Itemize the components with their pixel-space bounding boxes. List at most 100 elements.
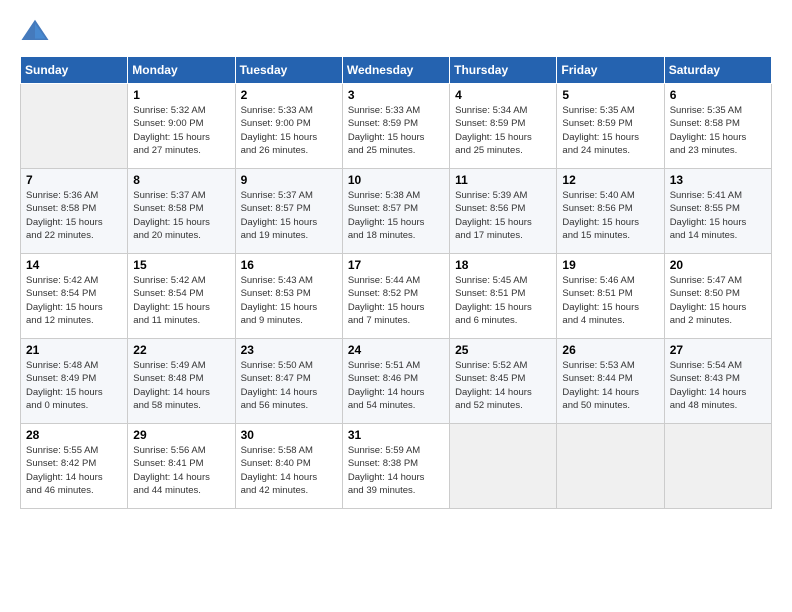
- calendar-cell: 26Sunrise: 5:53 AM Sunset: 8:44 PM Dayli…: [557, 339, 664, 424]
- calendar-cell: 7Sunrise: 5:36 AM Sunset: 8:58 PM Daylig…: [21, 169, 128, 254]
- day-number: 20: [670, 258, 766, 272]
- day-number: 28: [26, 428, 122, 442]
- day-number: 2: [241, 88, 337, 102]
- day-number: 1: [133, 88, 229, 102]
- day-number: 10: [348, 173, 444, 187]
- day-info: Sunrise: 5:50 AM Sunset: 8:47 PM Dayligh…: [241, 359, 337, 412]
- day-info: Sunrise: 5:39 AM Sunset: 8:56 PM Dayligh…: [455, 189, 551, 242]
- calendar-cell: 17 Sunrise: 5:44 AM Sunset: 8:52 PM Dayli…: [342, 254, 449, 339]
- day-info: Sunrise: 5:52 AM Sunset: 8:45 PM Dayligh…: [455, 359, 551, 412]
- calendar-cell: 31 Sunrise: 5:59 AM Sunset: 8:38 PM Dayli…: [342, 424, 449, 509]
- calendar-cell: 8Sunrise: 5:37 AM Sunset: 8:58 PM Daylig…: [128, 169, 235, 254]
- calendar-cell: 18 Sunrise: 5:45 AM Sunset: 8:51 PM Dayli…: [450, 254, 557, 339]
- day-number: 19: [562, 258, 658, 272]
- day-info: Sunrise: 5:32 AM Sunset: 9:00 PM Dayligh…: [133, 104, 229, 157]
- calendar-week-row: 28 Sunrise: 5:55 AM Sunset: 8:42 PM Dayli…: [21, 424, 772, 509]
- day-header-monday: Monday: [128, 57, 235, 84]
- calendar-cell: [450, 424, 557, 509]
- calendar-cell: 3Sunrise: 5:33 AM Sunset: 8:59 PM Daylig…: [342, 84, 449, 169]
- calendar-cell: 6Sunrise: 5:35 AM Sunset: 8:58 PM Daylig…: [664, 84, 771, 169]
- calendar-cell: 13Sunrise: 5:41 AM Sunset: 8:55 PM Dayli…: [664, 169, 771, 254]
- calendar-cell: 2 Sunrise: 5:33 AM Sunset: 9:00 PM Daylig…: [235, 84, 342, 169]
- calendar-table: SundayMondayTuesdayWednesdayThursdayFrid…: [20, 56, 772, 509]
- day-number: 7: [26, 173, 122, 187]
- day-header-tuesday: Tuesday: [235, 57, 342, 84]
- day-info: Sunrise: 5:44 AM Sunset: 8:52 PM Dayligh…: [348, 274, 444, 327]
- calendar-week-row: 7Sunrise: 5:36 AM Sunset: 8:58 PM Daylig…: [21, 169, 772, 254]
- calendar-cell: 16 Sunrise: 5:43 AM Sunset: 8:53 PM Dayli…: [235, 254, 342, 339]
- calendar-cell: 25 Sunrise: 5:52 AM Sunset: 8:45 PM Dayli…: [450, 339, 557, 424]
- calendar-cell: 9 Sunrise: 5:37 AM Sunset: 8:57 PM Daylig…: [235, 169, 342, 254]
- day-number: 9: [241, 173, 337, 187]
- calendar-cell: 28 Sunrise: 5:55 AM Sunset: 8:42 PM Dayli…: [21, 424, 128, 509]
- day-number: 4: [455, 88, 551, 102]
- day-number: 16: [241, 258, 337, 272]
- day-header-wednesday: Wednesday: [342, 57, 449, 84]
- day-number: 27: [670, 343, 766, 357]
- day-info: Sunrise: 5:46 AM Sunset: 8:51 PM Dayligh…: [562, 274, 658, 327]
- calendar-cell: 5 Sunrise: 5:35 AM Sunset: 8:59 PM Daylig…: [557, 84, 664, 169]
- calendar-cell: 11 Sunrise: 5:39 AM Sunset: 8:56 PM Dayli…: [450, 169, 557, 254]
- day-info: Sunrise: 5:35 AM Sunset: 8:58 PM Dayligh…: [670, 104, 766, 157]
- calendar-header-row: SundayMondayTuesdayWednesdayThursdayFrid…: [21, 57, 772, 84]
- calendar-cell: 23Sunrise: 5:50 AM Sunset: 8:47 PM Dayli…: [235, 339, 342, 424]
- calendar-cell: [21, 84, 128, 169]
- calendar-cell: 15 Sunrise: 5:42 AM Sunset: 8:54 PM Dayli…: [128, 254, 235, 339]
- calendar-cell: 10 Sunrise: 5:38 AM Sunset: 8:57 PM Dayli…: [342, 169, 449, 254]
- calendar-cell: 1 Sunrise: 5:32 AM Sunset: 9:00 PM Daylig…: [128, 84, 235, 169]
- page-header: [20, 16, 772, 46]
- day-header-thursday: Thursday: [450, 57, 557, 84]
- logo: [20, 16, 54, 46]
- day-number: 21: [26, 343, 122, 357]
- calendar-cell: 4 Sunrise: 5:34 AM Sunset: 8:59 PM Daylig…: [450, 84, 557, 169]
- day-header-sunday: Sunday: [21, 57, 128, 84]
- day-info: Sunrise: 5:42 AM Sunset: 8:54 PM Dayligh…: [26, 274, 122, 327]
- calendar-cell: 22Sunrise: 5:49 AM Sunset: 8:48 PM Dayli…: [128, 339, 235, 424]
- day-number: 29: [133, 428, 229, 442]
- day-info: Sunrise: 5:58 AM Sunset: 8:40 PM Dayligh…: [241, 444, 337, 497]
- day-number: 24: [348, 343, 444, 357]
- day-info: Sunrise: 5:38 AM Sunset: 8:57 PM Dayligh…: [348, 189, 444, 242]
- calendar-cell: 27 Sunrise: 5:54 AM Sunset: 8:43 PM Dayli…: [664, 339, 771, 424]
- day-info: Sunrise: 5:42 AM Sunset: 8:54 PM Dayligh…: [133, 274, 229, 327]
- calendar-cell: 30 Sunrise: 5:58 AM Sunset: 8:40 PM Dayli…: [235, 424, 342, 509]
- calendar-cell: [557, 424, 664, 509]
- day-number: 25: [455, 343, 551, 357]
- day-info: Sunrise: 5:37 AM Sunset: 8:57 PM Dayligh…: [241, 189, 337, 242]
- day-number: 13: [670, 173, 766, 187]
- calendar-cell: 14 Sunrise: 5:42 AM Sunset: 8:54 PM Dayli…: [21, 254, 128, 339]
- day-header-saturday: Saturday: [664, 57, 771, 84]
- day-number: 14: [26, 258, 122, 272]
- calendar-week-row: 14 Sunrise: 5:42 AM Sunset: 8:54 PM Dayli…: [21, 254, 772, 339]
- day-info: Sunrise: 5:33 AM Sunset: 9:00 PM Dayligh…: [241, 104, 337, 157]
- day-info: Sunrise: 5:48 AM Sunset: 8:49 PM Dayligh…: [26, 359, 122, 412]
- calendar-cell: 19 Sunrise: 5:46 AM Sunset: 8:51 PM Dayli…: [557, 254, 664, 339]
- calendar-cell: 29 Sunrise: 5:56 AM Sunset: 8:41 PM Dayli…: [128, 424, 235, 509]
- day-number: 5: [562, 88, 658, 102]
- calendar-cell: 20 Sunrise: 5:47 AM Sunset: 8:50 PM Dayli…: [664, 254, 771, 339]
- calendar-week-row: 1 Sunrise: 5:32 AM Sunset: 9:00 PM Daylig…: [21, 84, 772, 169]
- day-info: Sunrise: 5:59 AM Sunset: 8:38 PM Dayligh…: [348, 444, 444, 497]
- calendar-week-row: 21 Sunrise: 5:48 AM Sunset: 8:49 PM Dayli…: [21, 339, 772, 424]
- day-info: Sunrise: 5:55 AM Sunset: 8:42 PM Dayligh…: [26, 444, 122, 497]
- day-number: 17: [348, 258, 444, 272]
- day-number: 30: [241, 428, 337, 442]
- day-info: Sunrise: 5:51 AM Sunset: 8:46 PM Dayligh…: [348, 359, 444, 412]
- day-number: 31: [348, 428, 444, 442]
- day-number: 18: [455, 258, 551, 272]
- day-number: 12: [562, 173, 658, 187]
- day-info: Sunrise: 5:56 AM Sunset: 8:41 PM Dayligh…: [133, 444, 229, 497]
- day-info: Sunrise: 5:33 AM Sunset: 8:59 PM Dayligh…: [348, 104, 444, 157]
- day-number: 15: [133, 258, 229, 272]
- day-info: Sunrise: 5:34 AM Sunset: 8:59 PM Dayligh…: [455, 104, 551, 157]
- calendar-cell: [664, 424, 771, 509]
- day-info: Sunrise: 5:43 AM Sunset: 8:53 PM Dayligh…: [241, 274, 337, 327]
- day-info: Sunrise: 5:54 AM Sunset: 8:43 PM Dayligh…: [670, 359, 766, 412]
- day-number: 11: [455, 173, 551, 187]
- day-info: Sunrise: 5:49 AM Sunset: 8:48 PM Dayligh…: [133, 359, 229, 412]
- day-info: Sunrise: 5:47 AM Sunset: 8:50 PM Dayligh…: [670, 274, 766, 327]
- calendar-cell: 24 Sunrise: 5:51 AM Sunset: 8:46 PM Dayli…: [342, 339, 449, 424]
- calendar-cell: 21 Sunrise: 5:48 AM Sunset: 8:49 PM Dayli…: [21, 339, 128, 424]
- day-info: Sunrise: 5:35 AM Sunset: 8:59 PM Dayligh…: [562, 104, 658, 157]
- day-info: Sunrise: 5:45 AM Sunset: 8:51 PM Dayligh…: [455, 274, 551, 327]
